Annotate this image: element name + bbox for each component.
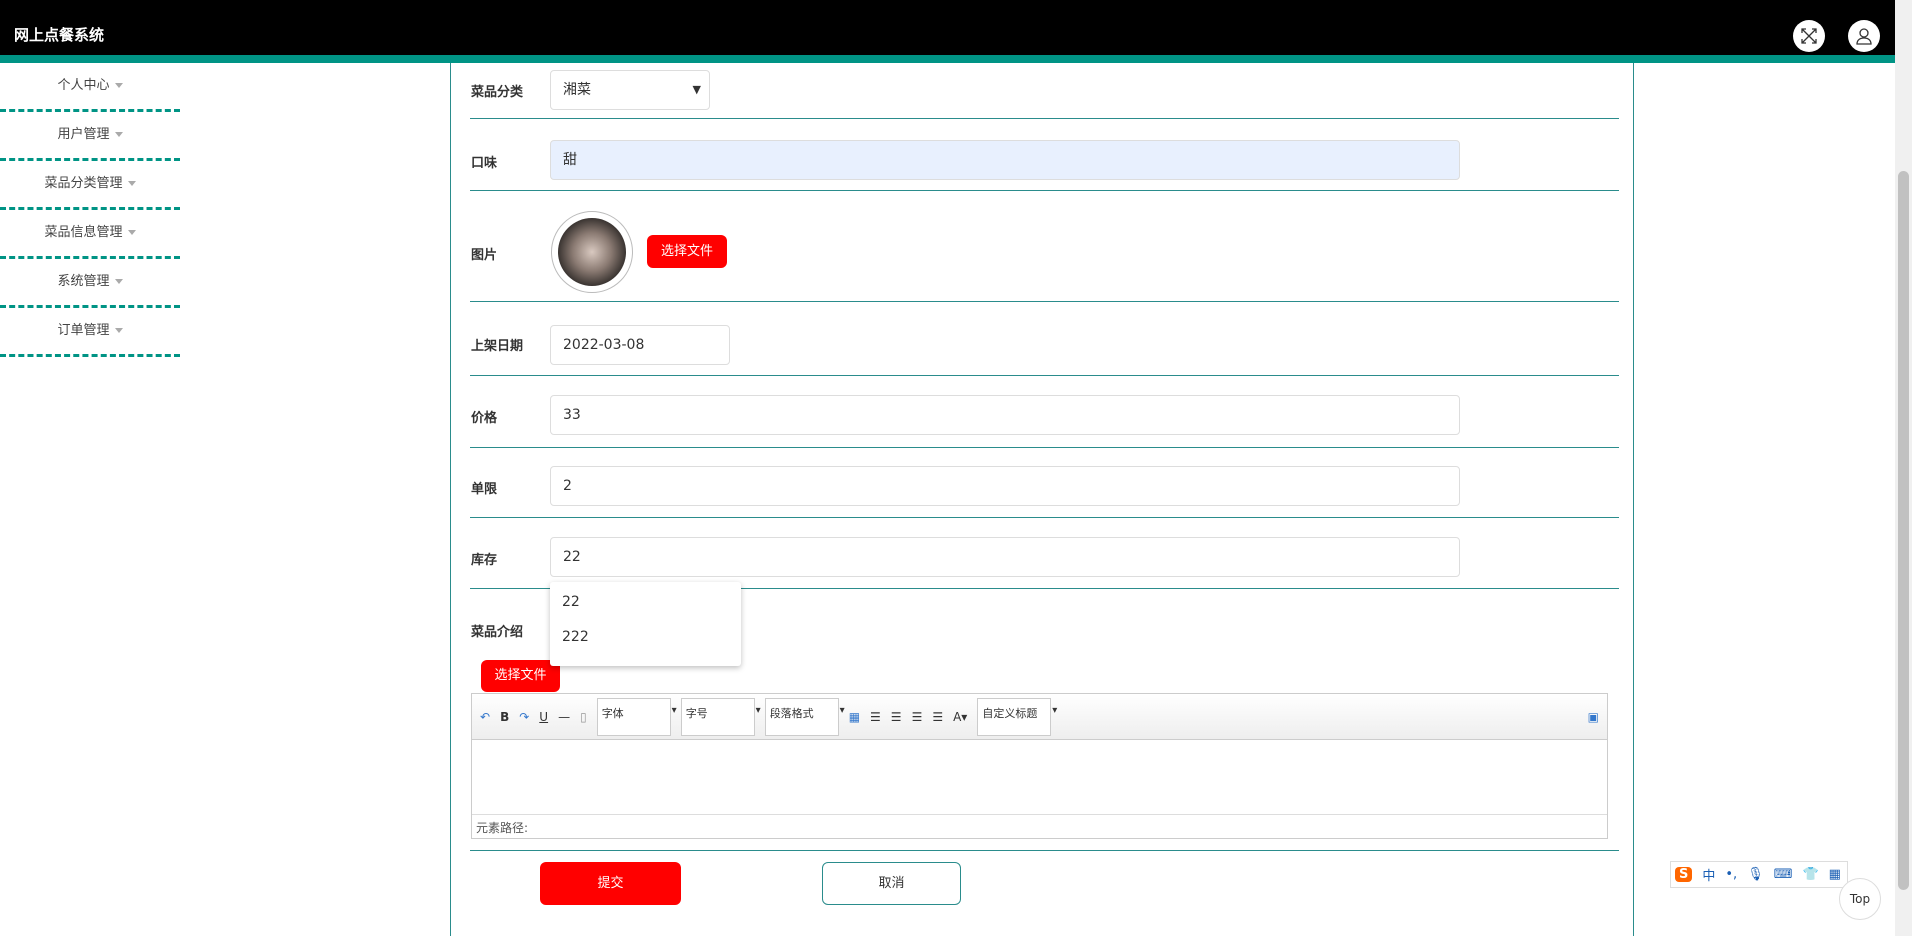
align-center-icon[interactable]: ☰: [912, 710, 923, 724]
limit-label: 单限: [471, 482, 498, 497]
ime-toolbar[interactable]: S 中 •, 🎙 ⌨ 👕 ▦: [1670, 861, 1848, 888]
divider: [470, 375, 1619, 376]
taste-input[interactable]: 甜: [550, 140, 1460, 180]
intro-label: 菜品介绍: [471, 625, 524, 640]
skin-icon[interactable]: 👕: [1802, 867, 1818, 882]
scrollbar-thumb[interactable]: [1898, 171, 1909, 890]
paragraph-select[interactable]: 段落格式: [764, 697, 845, 736]
top-header: [0, 0, 1895, 55]
header-accent-band: [0, 55, 1895, 63]
keyboard-icon[interactable]: ⌨: [1774, 867, 1793, 882]
editor-toolbar: ↶ B ↷ U — ▯ 字体 字号 段落格式 ▦ ☰ ☰ ☰ ☰ A▾ 自定义标…: [472, 694, 1607, 740]
caret-down-icon: [127, 229, 136, 239]
divider: [470, 447, 1619, 448]
rich-text-editor[interactable]: ↶ B ↷ U — ▯ 字体 字号 段落格式 ▦ ☰ ☰ ☰ ☰ A▾ 自定义标…: [471, 693, 1608, 839]
caret-down-icon: [114, 131, 123, 141]
element-path-bar: 元素路径:: [472, 814, 1607, 838]
dish-image: [551, 211, 633, 293]
sidebar-item-label: 订单管理: [57, 323, 110, 338]
font-size-select[interactable]: 字号: [680, 697, 761, 736]
choose-image-button[interactable]: 选择文件: [647, 235, 727, 268]
align-right-icon[interactable]: ☰: [891, 710, 902, 724]
sidebar-item-label: 菜品分类管理: [44, 176, 123, 191]
app-title: 网上点餐系统: [14, 26, 105, 44]
redo-icon[interactable]: ↷: [519, 710, 529, 724]
caret-down-icon: [114, 82, 123, 92]
sidebar-item-orders[interactable]: 订单管理: [0, 308, 180, 357]
price-label: 价格: [471, 411, 498, 426]
sidebar-item-system[interactable]: 系统管理: [0, 259, 180, 308]
price-input[interactable]: 33: [550, 395, 1460, 435]
date-label: 上架日期: [471, 339, 524, 354]
fullscreen-button[interactable]: [1793, 20, 1825, 52]
underline-icon[interactable]: U: [539, 710, 548, 724]
category-label: 菜品分类: [471, 85, 524, 100]
preview-icon[interactable]: ▣: [1588, 710, 1599, 724]
undo-icon[interactable]: ↶: [480, 710, 490, 724]
sidebar-item-personal[interactable]: 个人中心: [0, 63, 180, 112]
table-icon[interactable]: ▦: [849, 710, 860, 724]
autocomplete-option[interactable]: 222: [562, 629, 589, 645]
sidebar-item-label: 菜品信息管理: [44, 225, 123, 240]
sidebar-item-dishes[interactable]: 菜品信息管理: [0, 210, 180, 259]
font-color-icon[interactable]: A▾: [953, 710, 967, 724]
caret-down-icon: [114, 327, 123, 337]
divider: [470, 301, 1619, 302]
chevron-down-icon: ▼: [692, 83, 701, 96]
justify-icon[interactable]: ☰: [932, 710, 943, 724]
sogou-logo-icon: S: [1675, 867, 1693, 882]
sidebar-item-label: 系统管理: [57, 274, 110, 289]
font-family-select[interactable]: 字体: [596, 697, 677, 736]
expand-icon: [1801, 28, 1817, 44]
user-button[interactable]: [1848, 20, 1880, 52]
cancel-button[interactable]: 取消: [822, 862, 961, 905]
horizontal-rule-icon[interactable]: —: [558, 710, 570, 724]
choose-file-button[interactable]: 选择文件: [481, 660, 560, 692]
stock-input[interactable]: 22: [550, 537, 1460, 577]
punctuation-icon[interactable]: •,: [1725, 867, 1737, 882]
align-left-icon[interactable]: ☰: [870, 710, 881, 724]
ime-language[interactable]: 中: [1702, 865, 1715, 884]
caret-down-icon: [114, 278, 123, 288]
user-icon: [1856, 28, 1872, 45]
bold-icon[interactable]: B: [500, 710, 509, 724]
submit-button[interactable]: 提交: [540, 862, 681, 905]
divider: [470, 850, 1619, 851]
divider: [470, 118, 1619, 119]
limit-input[interactable]: 2: [550, 466, 1460, 506]
divider: [470, 190, 1619, 191]
category-select[interactable]: 湘菜 ▼: [550, 70, 710, 110]
autocomplete-dropdown: 22 222: [550, 582, 741, 666]
autocomplete-option[interactable]: 22: [562, 594, 580, 610]
custom-title-select[interactable]: 自定义标题: [977, 697, 1057, 736]
category-value: 湘菜: [563, 82, 591, 98]
caret-down-icon: [127, 180, 136, 190]
image-label: 图片: [471, 248, 498, 263]
stock-label: 库存: [471, 553, 498, 568]
document-icon[interactable]: ▯: [580, 710, 587, 724]
sidebar-item-label: 个人中心: [57, 78, 110, 93]
apps-icon[interactable]: ▦: [1829, 867, 1841, 882]
date-input[interactable]: 2022-03-08: [550, 325, 730, 365]
sidebar-item-categories[interactable]: 菜品分类管理: [0, 161, 180, 210]
sidebar-item-label: 用户管理: [57, 127, 110, 142]
divider: [470, 517, 1619, 518]
back-to-top-button[interactable]: Top: [1839, 878, 1881, 920]
sidebar-item-users[interactable]: 用户管理: [0, 112, 180, 161]
microphone-icon[interactable]: 🎙: [1747, 867, 1764, 882]
taste-label: 口味: [471, 156, 498, 171]
